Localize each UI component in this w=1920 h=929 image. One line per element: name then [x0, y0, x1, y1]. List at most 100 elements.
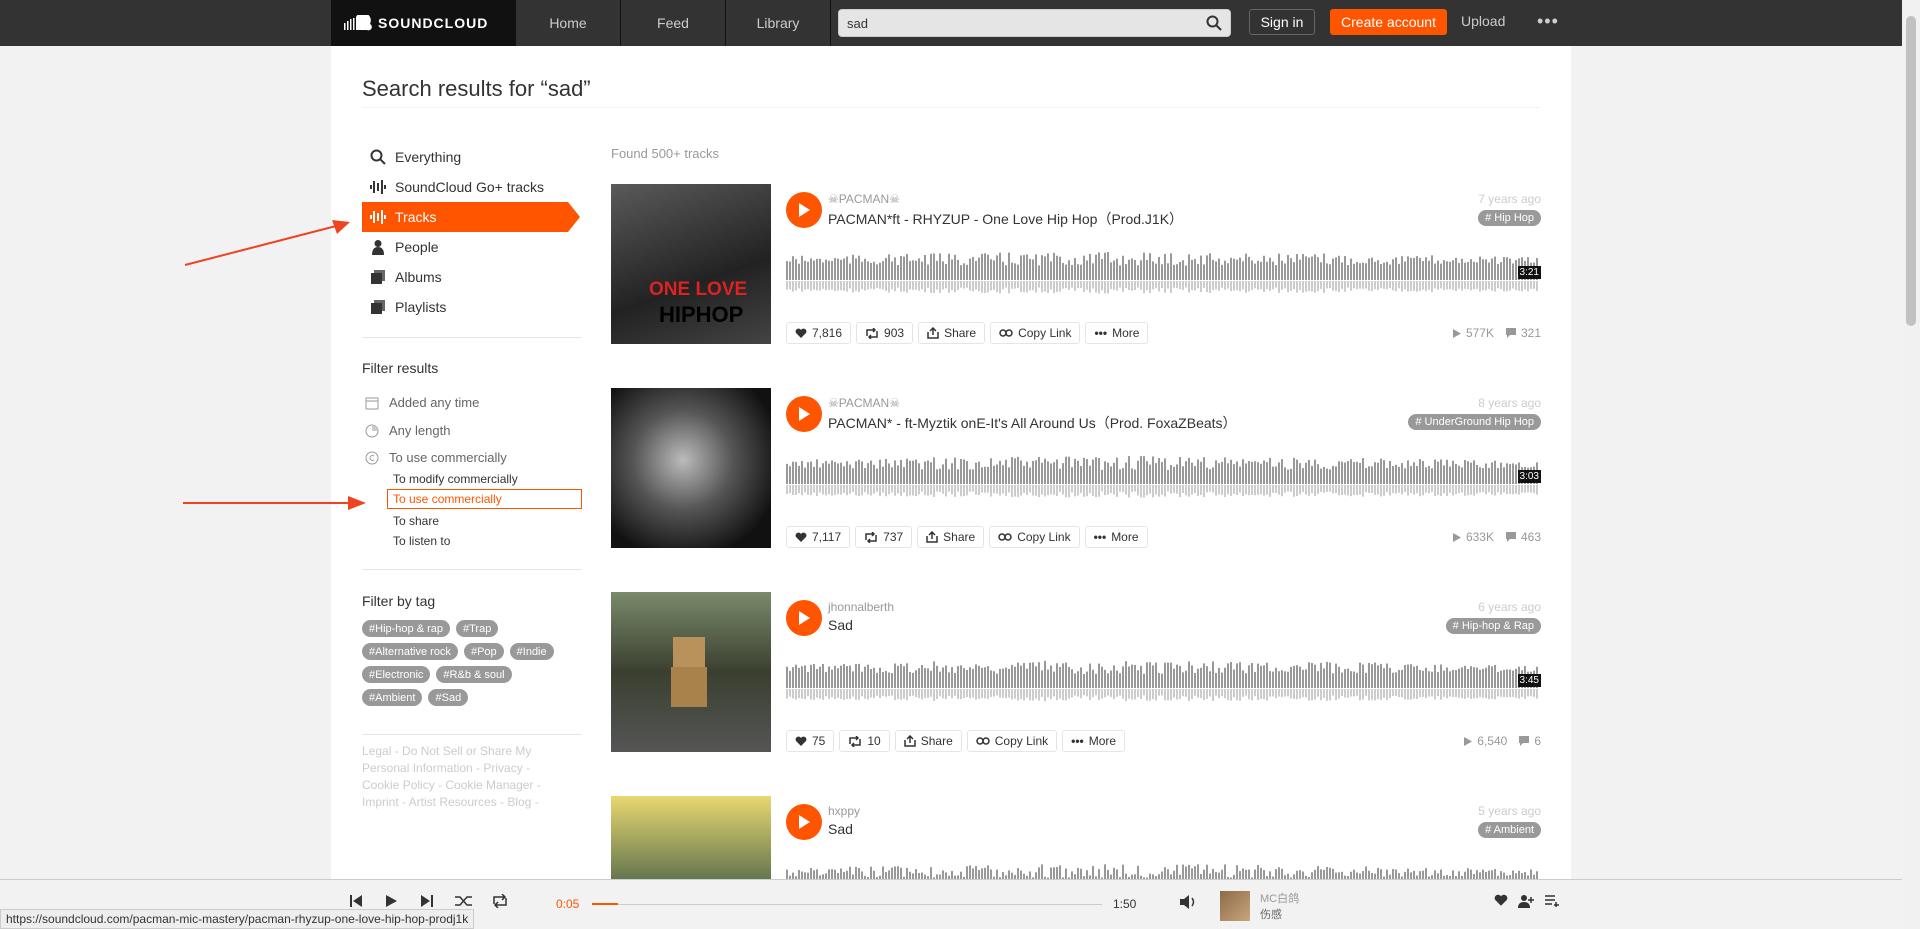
track-user[interactable]: jhonnalberth [828, 600, 894, 614]
copy-link-button[interactable]: Copy Link [966, 730, 1058, 752]
nav-feed[interactable]: Feed [621, 0, 726, 46]
shuffle-icon[interactable] [455, 894, 473, 908]
sidebar-item-go-plus[interactable]: SoundCloud Go+ tracks [362, 172, 582, 202]
license-option-listen[interactable]: To listen to [393, 534, 450, 548]
sidebar-item-people[interactable]: People [362, 232, 582, 262]
track-user[interactable]: hxppy [828, 804, 860, 818]
more-menu-icon[interactable]: ••• [1537, 11, 1559, 32]
share-icon [903, 735, 916, 747]
calendar-icon [365, 397, 379, 409]
waveform[interactable] [786, 244, 1541, 304]
tag-electronic[interactable]: # Electronic [362, 666, 431, 683]
copyright-icon [365, 451, 379, 464]
clock-icon [365, 424, 379, 437]
now-playing-artwork[interactable] [1220, 891, 1250, 921]
more-button[interactable]: ••• More [1085, 322, 1149, 344]
genre-tag[interactable]: # Hip-hop & Rap [1445, 618, 1541, 634]
track-artwork[interactable] [611, 592, 771, 752]
repost-button[interactable]: 10 [839, 730, 890, 752]
follow-icon[interactable] [1518, 894, 1534, 908]
volume-icon[interactable] [1179, 894, 1197, 910]
track-item: jhonnalberth Sad 6 years ago # Hip-hop &… [611, 592, 1541, 752]
track-user[interactable]: ☠PACMAN☠ [828, 396, 900, 410]
nav-home[interactable]: Home [516, 0, 621, 46]
sidebar-item-tracks[interactable]: Tracks [362, 202, 580, 232]
copy-link-button[interactable]: Copy Link [990, 322, 1081, 344]
play-count-icon [1452, 328, 1461, 338]
previous-icon[interactable] [350, 894, 362, 908]
next-icon[interactable] [421, 894, 433, 908]
play-button[interactable] [786, 192, 822, 228]
sidebar-item-albums[interactable]: Albums [362, 262, 582, 292]
now-playing-title[interactable]: 伤感 [1260, 906, 1282, 922]
share-button[interactable]: Share [918, 322, 986, 344]
queue-icon[interactable] [1545, 894, 1559, 907]
upload-link[interactable]: Upload [1461, 13, 1505, 29]
like-button[interactable]: 7,117 [786, 526, 851, 548]
genre-tag[interactable]: # Hip Hop [1478, 210, 1541, 226]
play-button[interactable] [786, 600, 822, 636]
track-title[interactable]: PACMAN* - ft-Myztik onE-It's All Around … [828, 413, 1237, 433]
license-option-commercial[interactable]: To use commercially [387, 489, 582, 509]
create-account-button[interactable]: Create account [1330, 9, 1447, 35]
copy-link-button[interactable]: Copy Link [989, 526, 1080, 548]
like-icon[interactable] [1494, 894, 1508, 907]
filter-added-time[interactable]: Added any time [365, 395, 479, 410]
track-title[interactable]: Sad [828, 617, 853, 633]
track-age: 8 years ago [1478, 396, 1541, 410]
play-button[interactable] [786, 396, 822, 432]
sidebar-item-playlists[interactable]: Playlists [362, 292, 582, 322]
tag-ambient[interactable]: # Ambient [362, 689, 423, 706]
tag-trap[interactable]: # Trap [456, 620, 499, 637]
repeat-icon[interactable] [491, 894, 509, 908]
filter-license[interactable]: To use commercially [365, 450, 507, 465]
footer-links[interactable]: Legal - Do Not Sell or Share My Personal… [362, 743, 562, 811]
results-count: Found 500+ tracks [611, 146, 720, 161]
genre-tag[interactable]: # Ambient [1478, 822, 1541, 838]
now-playing-user[interactable]: MC白鸽 [1260, 890, 1299, 906]
tag-indie[interactable]: # Indie [509, 643, 554, 660]
share-button[interactable]: Share [917, 526, 985, 548]
comments-count[interactable]: 6 [1519, 734, 1541, 748]
tag-sad[interactable]: # Sad [428, 689, 469, 706]
comment-icon [1519, 736, 1530, 746]
track-artwork[interactable] [611, 388, 771, 548]
more-button[interactable]: ••• More [1062, 730, 1126, 752]
more-dots-icon: ••• [1094, 326, 1108, 340]
share-button[interactable]: Share [894, 730, 962, 752]
comments-count[interactable]: 463 [1505, 530, 1541, 544]
nav-library[interactable]: Library [726, 0, 831, 46]
license-option-modify[interactable]: To modify commercially [393, 472, 518, 486]
progress-track[interactable] [592, 904, 1102, 905]
license-option-share[interactable]: To share [393, 514, 439, 528]
track-user[interactable]: ☠PACMAN☠ [828, 192, 900, 206]
tag-pop[interactable]: # Pop [463, 643, 504, 660]
comments-count[interactable]: 321 [1505, 326, 1541, 340]
track-title[interactable]: PACMAN*ft - RHYZUP - One Love Hip Hop（Pr… [828, 209, 1183, 229]
genre-tag[interactable]: # UnderGround Hip Hop [1408, 414, 1541, 430]
more-button[interactable]: ••• More [1084, 526, 1148, 548]
search-input[interactable]: sad [838, 9, 1231, 37]
like-button[interactable]: 7,816 [786, 322, 852, 344]
search-icon[interactable] [1206, 15, 1222, 31]
track-title[interactable]: Sad [828, 821, 853, 837]
track-item: ONE LOVE HIPHOP ☠PACMAN☠ PACMAN*ft - RHY… [611, 184, 1541, 344]
waveform[interactable] [786, 652, 1541, 712]
play-button[interactable] [786, 804, 822, 840]
track-duration: 3:03 [1517, 470, 1541, 483]
waveform[interactable] [786, 448, 1541, 508]
tag-hip-hop-rap[interactable]: # Hip-hop & rap [362, 620, 450, 637]
sign-in-button[interactable]: Sign in [1249, 9, 1315, 35]
scrollbar-thumb[interactable] [1906, 16, 1916, 326]
like-button[interactable]: 75 [786, 730, 835, 752]
repost-button[interactable]: 737 [855, 526, 913, 548]
filter-length[interactable]: Any length [365, 423, 450, 438]
track-stats: 6,540 6 [1464, 734, 1541, 748]
track-artwork[interactable]: ONE LOVE HIPHOP [611, 184, 771, 344]
tag-alternative-rock[interactable]: # Alternative rock [362, 643, 458, 660]
soundcloud-logo[interactable]: SOUNDCLOUD [331, 0, 516, 46]
tag-rnb-soul[interactable]: # R&b & soul [436, 666, 512, 683]
sidebar-item-everything[interactable]: Everything [362, 142, 582, 172]
repost-button[interactable]: 903 [856, 322, 914, 344]
play-icon[interactable] [385, 894, 397, 908]
